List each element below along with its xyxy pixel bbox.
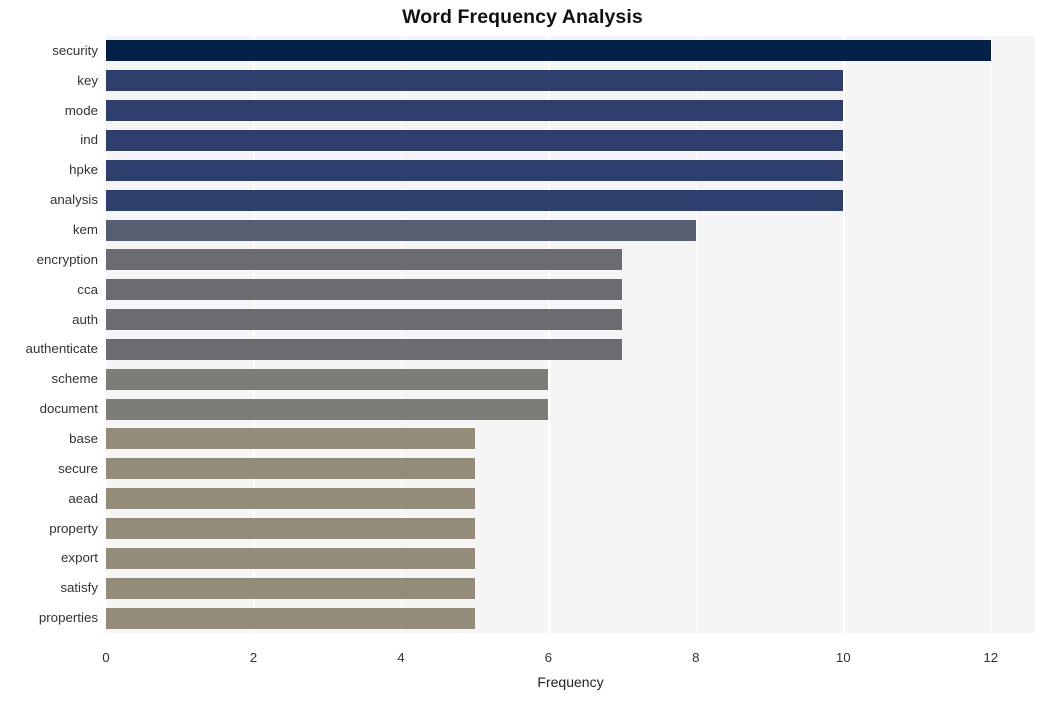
bar <box>106 488 475 510</box>
bar <box>106 547 475 569</box>
y-axis-tick-label: authenticate <box>25 341 98 357</box>
bar <box>106 249 623 271</box>
y-axis-tick-label: auth <box>72 311 98 327</box>
bar <box>106 607 475 629</box>
y-axis-tick-label: document <box>39 401 98 417</box>
gridline-x-8 <box>695 36 698 633</box>
bar <box>106 40 991 62</box>
bar <box>106 189 844 211</box>
bar <box>106 279 623 301</box>
x-axis-tick-label: 2 <box>249 650 258 665</box>
y-axis-tick-label: security <box>52 42 98 58</box>
x-axis-tick-label: 0 <box>102 650 110 665</box>
bar <box>106 219 696 241</box>
bar <box>106 159 844 181</box>
bar <box>106 518 475 540</box>
y-axis-tick-label: encryption <box>36 251 98 267</box>
y-axis-tick-label: satisfy <box>60 580 98 596</box>
gridline-x-6 <box>548 36 550 633</box>
chart-title: Word Frequency Analysis <box>402 6 643 28</box>
plot-area <box>106 36 1035 633</box>
gridline-x-10 <box>843 36 845 633</box>
gridline-x-12 <box>990 36 993 633</box>
y-axis-tick-label: scheme <box>51 371 98 387</box>
y-axis-tick-label: analysis <box>49 192 98 208</box>
bar <box>106 458 475 480</box>
bar <box>106 338 623 360</box>
bar <box>106 577 475 599</box>
x-axis-tick-label: 4 <box>397 650 405 665</box>
chart-figure: Word Frequency Analysis security key mode i… <box>0 0 1045 701</box>
gridline-x-2 <box>253 36 255 633</box>
x-axis-tick-label: 8 <box>692 650 700 665</box>
y-axis-tick-label: aead <box>68 490 98 506</box>
bar <box>106 70 844 92</box>
bar <box>106 309 623 331</box>
x-axis-tick-label: 10 <box>835 650 851 665</box>
y-axis-tick-label: mode <box>64 102 98 118</box>
y-axis-tick-label: base <box>69 430 98 446</box>
y-axis-tick-label: export <box>61 550 98 566</box>
bar <box>106 428 475 450</box>
y-axis-tick-label: ind <box>80 132 98 148</box>
bar <box>106 368 549 390</box>
y-axis-tick-label: hpke <box>69 162 98 178</box>
x-axis-tick-label: 12 <box>983 650 999 665</box>
gridline-x-4 <box>400 36 403 633</box>
y-axis-tick-label: cca <box>77 281 98 297</box>
bar <box>106 129 844 151</box>
bar <box>106 398 549 420</box>
y-axis-tick-label: properties <box>38 610 98 626</box>
bar <box>106 100 844 122</box>
x-axis-tick-label: 6 <box>544 650 553 665</box>
y-axis-tick-label: kem <box>72 222 98 238</box>
y-axis-tick-label: secure <box>58 460 98 476</box>
y-axis-tick-label: property <box>49 520 98 536</box>
x-axis-label: Frequency <box>537 674 604 690</box>
y-axis-tick-label: key <box>77 72 98 88</box>
